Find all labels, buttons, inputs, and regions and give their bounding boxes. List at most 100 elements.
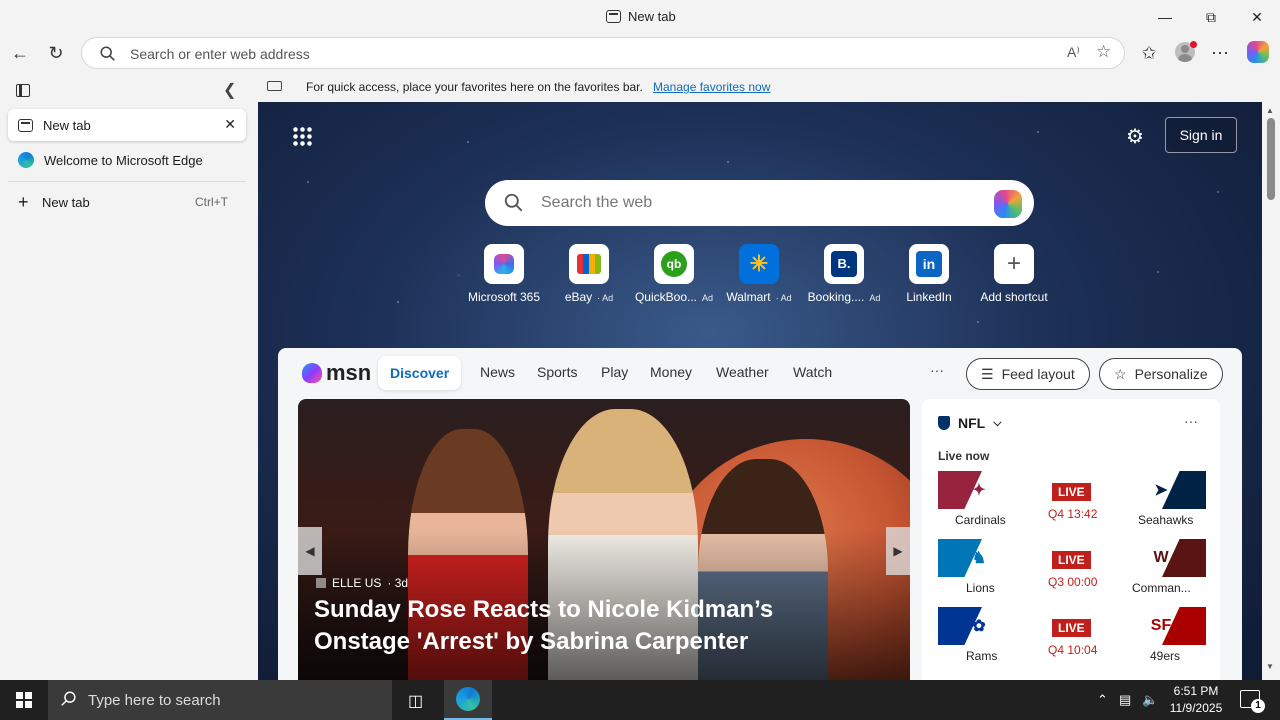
copilot-search-icon[interactable]	[994, 190, 1022, 218]
profile-alert-dot	[1190, 41, 1197, 48]
more-tabs-button[interactable]: ···	[930, 362, 944, 378]
add-shortcut-button[interactable]: + Add shortcut	[971, 244, 1057, 304]
game-clock: Q4 10:04	[1048, 643, 1098, 657]
settings-gear-icon[interactable]: ⚙	[1126, 124, 1144, 149]
feed-layout-label: Feed layout	[1001, 366, 1075, 382]
chevron-down-icon: ⌵	[993, 416, 1002, 429]
tab-sports[interactable]: Sports	[537, 364, 577, 380]
personalize-label: Personalize	[1134, 366, 1208, 382]
tab-weather[interactable]: Weather	[716, 364, 769, 380]
nfl-more-button[interactable]: ···	[1184, 413, 1198, 429]
sidebar-divider	[8, 181, 246, 182]
search-icon	[504, 193, 523, 212]
new-tab-shortcut: Ctrl+T	[195, 195, 228, 209]
chevron-left-icon: ◀	[305, 544, 315, 558]
lions-logo-icon: ♞	[971, 550, 987, 567]
taskbar-edge-button[interactable]	[444, 680, 492, 720]
msn-logo-text: msn	[326, 360, 372, 385]
tab-new-tab[interactable]: New tab ✕	[8, 109, 246, 141]
close-tab-icon[interactable]: ✕	[224, 116, 236, 133]
web-search-box[interactable]: Search the web	[485, 180, 1034, 226]
task-view-icon[interactable]: ◫	[408, 691, 423, 711]
shortcut-walmart[interactable]: ✳ Walmart · Ad	[716, 244, 802, 304]
tab-welcome-edge[interactable]: Welcome to Microsoft Edge	[8, 144, 246, 176]
taskbar-search-box[interactable]: Type here to search	[48, 680, 392, 720]
plus-icon: +	[994, 244, 1034, 284]
personalize-button[interactable]: ☆ Personalize	[1099, 358, 1223, 390]
walmart-icon: ✳	[739, 244, 779, 284]
show-hidden-icons-icon[interactable]: ⌃	[1097, 692, 1108, 708]
tab-discover[interactable]: Discover	[378, 356, 462, 390]
scroll-down-icon[interactable]: ▼	[1266, 662, 1274, 671]
settings-more-button[interactable]: ⋯	[1205, 38, 1235, 68]
tab-play[interactable]: Play	[601, 364, 628, 380]
game-row[interactable]: ✿ Rams LIVE Q4 10:04 SF 49ers	[938, 607, 1206, 665]
edge-icon	[456, 687, 480, 711]
minimize-button[interactable]: —	[1142, 0, 1188, 34]
back-button[interactable]: ←	[5, 38, 35, 68]
minimize-icon: —	[1158, 9, 1172, 25]
new-tab-button[interactable]: + New tab Ctrl+T	[8, 186, 246, 218]
booking-icon: B.	[824, 244, 864, 284]
carousel-prev-button[interactable]: ◀	[298, 527, 322, 575]
app-launcher-icon[interactable]	[292, 126, 312, 146]
search-icon	[61, 691, 76, 706]
tab-money[interactable]: Money	[650, 364, 692, 380]
refresh-button[interactable]: ↻	[41, 38, 71, 68]
favorites-bar-message: For quick access, place your favorites h…	[306, 80, 643, 94]
favorite-star-icon[interactable]: ☆	[1096, 42, 1111, 62]
search-icon	[100, 46, 115, 61]
windows-start-icon[interactable]	[16, 692, 32, 708]
copilot-icon[interactable]	[1247, 41, 1269, 63]
collapse-pane-icon[interactable]: ❮	[223, 80, 236, 100]
read-aloud-icon[interactable]: A⁾	[1067, 44, 1080, 61]
carousel-next-button[interactable]: ▶	[886, 527, 910, 575]
shortcut-quickbooks[interactable]: qb QuickBoo... Ad	[631, 244, 717, 304]
system-clock[interactable]: 6:51 PM 11/9/2025	[1166, 683, 1226, 717]
shortcut-booking[interactable]: B. Booking.... Ad	[801, 244, 887, 304]
game-row[interactable]: ♞ Lions LIVE Q3 00:00 W Comman...	[938, 539, 1206, 597]
article-age: · 3d	[387, 576, 409, 590]
away-team: Comman...	[1132, 581, 1191, 595]
shortcut-microsoft-365[interactable]: Microsoft 365	[461, 244, 547, 304]
article-source: ELLE US · 3d	[316, 576, 408, 590]
favorites-bar-icon	[267, 81, 282, 91]
close-window-button[interactable]: ✕	[1234, 0, 1280, 34]
shortcut-label: Walmart	[726, 290, 771, 304]
sign-in-button[interactable]: Sign in	[1165, 117, 1237, 153]
shortcut-ebay[interactable]: eBay · Ad	[546, 244, 632, 304]
nfl-dropdown[interactable]: NFL ⌵	[938, 415, 1002, 431]
feed-layout-button[interactable]: ☰ Feed layout	[966, 358, 1090, 390]
publisher-icon	[316, 578, 326, 588]
network-icon[interactable]: ▤	[1119, 692, 1131, 708]
ad-label: · Ad	[775, 293, 792, 303]
notification-count-badge: 1	[1251, 699, 1265, 713]
hero-article[interactable]: ◀ ▶ ELLE US · 3d Sunday Rose Reacts to N…	[298, 399, 910, 680]
navigation-bar: ← ↻ Search or enter web address A⁾ ☆ ✩ ⋯	[0, 34, 1280, 72]
tab-news[interactable]: News	[480, 364, 515, 380]
shortcut-linkedin[interactable]: in LinkedIn	[886, 244, 972, 304]
scroll-thumb[interactable]	[1267, 118, 1275, 200]
ad-label: Ad	[869, 293, 881, 303]
live-now-label: Live now	[938, 449, 990, 463]
favorites-button[interactable]: ✩	[1134, 38, 1164, 68]
game-row[interactable]: ✦ Cardinals LIVE Q4 13:42 ➤ Seahawks	[938, 471, 1206, 529]
volume-muted-icon[interactable]: 🔈	[1142, 692, 1158, 708]
restore-button[interactable]: ⧉	[1188, 0, 1234, 34]
sliders-icon: ☰	[981, 365, 994, 382]
seahawks-logo-icon: ➤	[1154, 482, 1168, 499]
tab-icon	[18, 118, 33, 132]
tab-watch[interactable]: Watch	[793, 364, 832, 380]
article-headline[interactable]: Sunday Rose Reacts to Nicole Kidman’s On…	[314, 594, 874, 658]
shortcut-label: eBay	[564, 290, 593, 304]
more-dots-icon: ⋯	[1211, 42, 1229, 63]
address-bar[interactable]: Search or enter web address A⁾ ☆	[81, 37, 1125, 69]
manage-favorites-link[interactable]: Manage favorites now	[653, 80, 770, 94]
cardinals-logo-icon: ✦	[972, 482, 986, 499]
edge-icon	[18, 152, 34, 168]
page-scrollbar[interactable]: ▲ ▼	[1262, 102, 1280, 680]
msn-logo[interactable]: msn	[302, 360, 371, 386]
favorites-list-icon: ✩	[1141, 42, 1157, 63]
tab-actions-icon[interactable]	[16, 84, 30, 97]
scroll-up-icon[interactable]: ▲	[1266, 106, 1274, 115]
